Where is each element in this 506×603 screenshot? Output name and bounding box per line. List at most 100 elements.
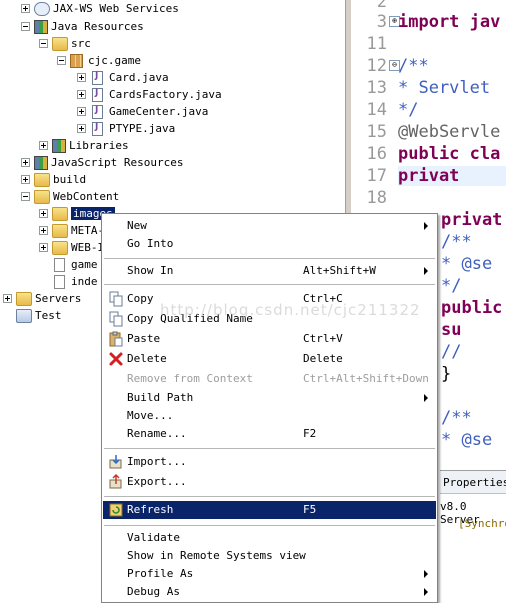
code-line: @WebServle — [398, 122, 501, 142]
menu-item-debug-as[interactable]: Debug As — [103, 583, 436, 601]
expand-toggle-icon[interactable] — [77, 107, 86, 116]
menu-item-export[interactable]: Export... — [103, 473, 436, 491]
line-number: 17 — [366, 166, 387, 186]
collapse-toggle-icon[interactable] — [57, 56, 66, 65]
menu-separator — [104, 496, 435, 497]
tree-item-test[interactable]: Test — [16, 307, 62, 324]
menu-item-import[interactable]: Import... — [103, 453, 436, 471]
expand-toggle-icon[interactable] — [39, 209, 48, 218]
menu-item-delete[interactable]: Delete Delete — [103, 350, 436, 368]
collapse-toggle-icon[interactable] — [21, 192, 30, 201]
code-line: * @se — [441, 254, 493, 274]
javascript-resources-icon — [34, 155, 48, 170]
line-number: 16 — [366, 144, 387, 164]
submenu-arrow-icon — [424, 394, 428, 402]
code-line: * @se — [441, 430, 493, 450]
menu-item-show-in[interactable]: Show In Alt+Shift+W — [103, 262, 436, 280]
code-line: */ — [398, 100, 419, 120]
folder-icon — [52, 240, 68, 255]
code-line: /** — [441, 408, 472, 428]
folder-icon — [34, 189, 50, 204]
tree-item-meta-inf[interactable]: META- — [39, 222, 104, 239]
tree-item-gamecenter-java[interactable]: GameCenter.java — [77, 103, 208, 120]
expand-toggle-icon[interactable] — [39, 226, 48, 235]
tree-item-index-file[interactable]: inde — [52, 273, 98, 290]
expand-toggle-icon[interactable] — [21, 4, 30, 13]
code-line: } — [441, 364, 452, 384]
java-file-icon — [92, 121, 103, 136]
folder-icon — [52, 223, 68, 238]
tree-item-servers[interactable]: Servers — [3, 290, 81, 307]
code-line: privat — [398, 166, 506, 186]
tree-item-card-java[interactable]: Card.java — [77, 69, 169, 86]
java-file-icon — [92, 70, 103, 85]
submenu-arrow-icon — [424, 570, 428, 578]
watermark: http://blog.csdn.net/cjc211322 — [160, 301, 421, 319]
tree-item-ptype-java[interactable]: PTYPE.java — [77, 120, 175, 137]
collapse-toggle-icon[interactable] — [39, 39, 48, 48]
folder-icon — [34, 172, 50, 187]
menu-separator — [104, 448, 435, 449]
file-icon — [54, 274, 65, 289]
collapse-toggle-icon[interactable] — [21, 22, 30, 31]
menu-item-move[interactable]: Move... — [103, 407, 436, 425]
package-icon — [70, 53, 83, 68]
export-icon — [109, 474, 122, 489]
expand-toggle-icon[interactable] — [21, 175, 30, 184]
menu-item-refresh[interactable]: Refresh F5 — [103, 501, 436, 519]
expand-toggle-icon[interactable] — [77, 73, 86, 82]
expand-toggle-icon[interactable] — [77, 90, 86, 99]
tree-item-package[interactable]: cjc.game — [57, 52, 141, 69]
tree-item-webcontent[interactable]: WebContent — [21, 188, 119, 205]
code-line: privat — [441, 210, 503, 230]
import-icon — [109, 455, 122, 469]
tree-item-cardsfactory-java[interactable]: CardsFactory.java — [77, 86, 222, 103]
line-number: 12 — [366, 56, 387, 76]
menu-item-paste[interactable]: Paste Ctrl+V — [103, 330, 436, 348]
code-line: import jav — [398, 12, 501, 32]
menu-item-profile-as[interactable]: Profile As — [103, 565, 436, 583]
expand-toggle-icon[interactable] — [77, 124, 86, 133]
expand-toggle-icon[interactable] — [39, 243, 48, 252]
code-line: */ — [441, 276, 462, 296]
line-number: 2 — [376, 0, 387, 12]
project-icon — [16, 308, 32, 323]
tree-item-web-inf[interactable]: WEB-I — [39, 239, 104, 256]
tab-properties[interactable]: Properties — [443, 476, 506, 489]
line-number: 18 — [366, 188, 387, 208]
delete-icon — [109, 352, 123, 366]
properties-panel: Properties v8.0 Server [Synchron — [440, 470, 506, 602]
menu-item-validate[interactable]: Validate — [103, 529, 436, 547]
menu-item-build-path[interactable]: Build Path — [103, 389, 436, 407]
line-number: 14 — [366, 100, 387, 120]
code-line: /** — [398, 56, 429, 76]
menu-separator — [104, 525, 435, 526]
menu-item-new[interactable]: New — [103, 217, 436, 235]
tree-item-game-file[interactable]: game — [52, 256, 98, 273]
menu-item-go-into[interactable]: Go Into — [103, 235, 436, 253]
paste-icon — [109, 331, 123, 347]
expand-toggle-icon[interactable] — [3, 294, 12, 303]
expand-toggle-icon[interactable] — [21, 158, 30, 167]
line-number: 15 — [366, 122, 387, 142]
tree-item-build[interactable]: build — [21, 171, 86, 188]
expand-toggle-icon[interactable] — [39, 141, 48, 150]
menu-item-show-in-remote-systems[interactable]: Show in Remote Systems view — [103, 547, 436, 565]
menu-item-remove-from-context[interactable]: Remove from Context Ctrl+Alt+Shift+Down — [103, 370, 436, 388]
submenu-arrow-icon — [424, 267, 428, 275]
java-resources-icon — [34, 19, 48, 34]
tree-item-javascript-resources[interactable]: JavaScript Resources — [21, 154, 183, 171]
tree-item-libraries[interactable]: Libraries — [39, 137, 129, 154]
tree-item-jax-ws[interactable]: JAX-WS Web Services — [21, 0, 179, 17]
menu-item-rename[interactable]: Rename... F2 — [103, 425, 436, 443]
folder-icon — [52, 206, 68, 221]
code-line: public — [441, 298, 503, 318]
file-icon — [54, 257, 65, 272]
tree-item-java-resources[interactable]: Java Resources — [21, 18, 144, 35]
tree-item-src[interactable]: src — [39, 35, 91, 52]
code-line: /** — [441, 232, 472, 252]
menu-separator — [104, 284, 435, 285]
menu-separator — [104, 258, 435, 259]
line-number: 3 — [376, 12, 387, 32]
sync-status: [Synchron — [458, 517, 506, 530]
